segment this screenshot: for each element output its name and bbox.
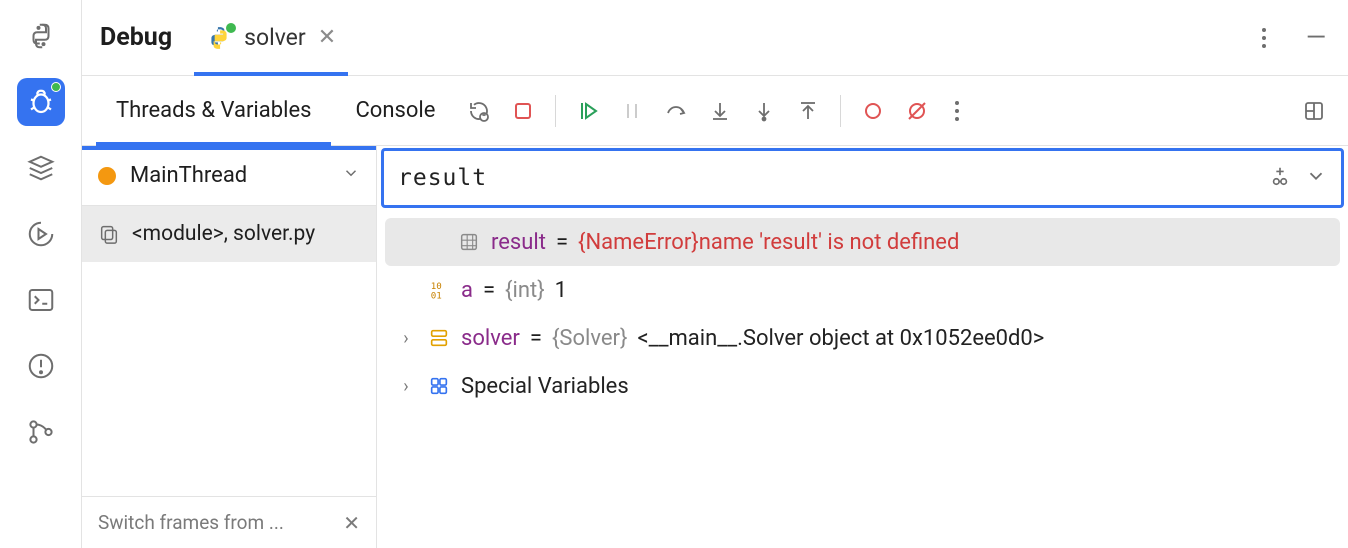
variable-type: {Solver} bbox=[552, 326, 628, 351]
step-out-icon[interactable] bbox=[788, 91, 828, 131]
python-file-icon bbox=[206, 25, 232, 51]
rail-problems-icon[interactable] bbox=[17, 342, 65, 390]
variable-row[interactable]: 1001a = {int} 1 bbox=[385, 266, 1340, 314]
add-watch-icon[interactable] bbox=[1269, 165, 1291, 192]
thread-status-dot bbox=[98, 167, 116, 185]
mute-breakpoints-icon[interactable] bbox=[897, 91, 937, 131]
close-tab-icon[interactable]: ✕ bbox=[318, 25, 336, 50]
quad-icon bbox=[427, 374, 451, 398]
expand-history-icon[interactable] bbox=[1305, 165, 1327, 192]
tabbar: Debug solver ✕ — bbox=[82, 0, 1348, 76]
step-over-icon[interactable] bbox=[656, 91, 696, 131]
layout-settings-icon[interactable] bbox=[1294, 91, 1334, 131]
variable-name: solver bbox=[461, 326, 520, 351]
thread-selector[interactable]: MainThread bbox=[82, 146, 376, 206]
thread-name: MainThread bbox=[130, 163, 247, 188]
variables-panel: result = {NameError}name 'result' is not… bbox=[377, 146, 1348, 548]
rail-python-icon[interactable] bbox=[17, 12, 65, 60]
step-into-my-code-icon[interactable] bbox=[744, 91, 784, 131]
pause-icon[interactable] bbox=[612, 91, 652, 131]
struct-icon bbox=[427, 326, 451, 350]
rail-debug-icon[interactable] bbox=[17, 78, 65, 126]
grid-icon bbox=[457, 230, 481, 254]
panel-title: Debug bbox=[100, 23, 172, 52]
svg-text:01: 01 bbox=[431, 290, 442, 301]
stop-icon[interactable] bbox=[503, 91, 543, 131]
evaluate-expression-input[interactable] bbox=[398, 165, 1257, 191]
close-hint-icon[interactable]: ✕ bbox=[343, 511, 360, 535]
tab-console[interactable]: Console bbox=[335, 76, 455, 145]
left-rail bbox=[0, 0, 82, 548]
stack-frame-label: <module>, solver.py bbox=[132, 222, 315, 246]
frames-panel: MainThread <module>, solver.py Switch fr… bbox=[82, 146, 377, 548]
variable-name: result bbox=[491, 230, 546, 255]
evaluate-expression-field[interactable] bbox=[381, 148, 1344, 208]
variable-row[interactable]: result = {NameError}name 'result' is not… bbox=[385, 218, 1340, 266]
frames-footer[interactable]: Switch frames from ... ✕ bbox=[82, 496, 376, 548]
stack-frame-row[interactable]: <module>, solver.py bbox=[82, 206, 376, 262]
variable-row[interactable]: ›solver = {Solver} <__main__.Solver obje… bbox=[385, 314, 1340, 362]
tab-threads-variables[interactable]: Threads & Variables bbox=[96, 76, 331, 145]
expand-toggle-icon[interactable]: › bbox=[395, 376, 417, 397]
variable-type: {int} bbox=[505, 278, 545, 303]
bits-icon: 1001 bbox=[427, 278, 451, 302]
debug-running-indicator bbox=[51, 82, 61, 92]
variables-list: result = {NameError}name 'result' is not… bbox=[377, 214, 1348, 548]
step-into-icon[interactable] bbox=[700, 91, 740, 131]
rerun-icon[interactable] bbox=[459, 91, 499, 131]
variable-value: 1 bbox=[555, 278, 567, 303]
variable-row[interactable]: › Special Variables bbox=[385, 362, 1340, 410]
toolbar-more-icon[interactable] bbox=[947, 101, 967, 121]
main-panel: Debug solver ✕ — Threads & Variables Con… bbox=[82, 0, 1348, 548]
rail-run-icon[interactable] bbox=[17, 210, 65, 258]
expand-toggle-icon[interactable]: › bbox=[395, 328, 417, 349]
rail-terminal-icon[interactable] bbox=[17, 276, 65, 324]
variable-value: {NameError}name 'result' is not defined bbox=[578, 230, 959, 255]
chevron-down-icon bbox=[342, 163, 360, 188]
frames-footer-label: Switch frames from ... bbox=[98, 511, 284, 534]
rail-vcs-icon[interactable] bbox=[17, 408, 65, 456]
variable-value: Special Variables bbox=[461, 374, 629, 399]
variable-value: <__main__.Solver object at 0x1052ee0d0> bbox=[637, 326, 1044, 351]
run-config-tab[interactable]: solver ✕ bbox=[200, 0, 342, 75]
minimize-panel-icon[interactable]: — bbox=[1302, 23, 1330, 53]
view-breakpoints-icon[interactable] bbox=[853, 91, 893, 131]
resume-icon[interactable] bbox=[568, 91, 608, 131]
debug-toolbar: Threads & Variables Console bbox=[82, 76, 1348, 146]
panel-options-icon[interactable] bbox=[1254, 28, 1274, 48]
run-config-name: solver bbox=[244, 24, 306, 51]
rail-layers-icon[interactable] bbox=[17, 144, 65, 192]
variable-name: a bbox=[461, 278, 473, 303]
